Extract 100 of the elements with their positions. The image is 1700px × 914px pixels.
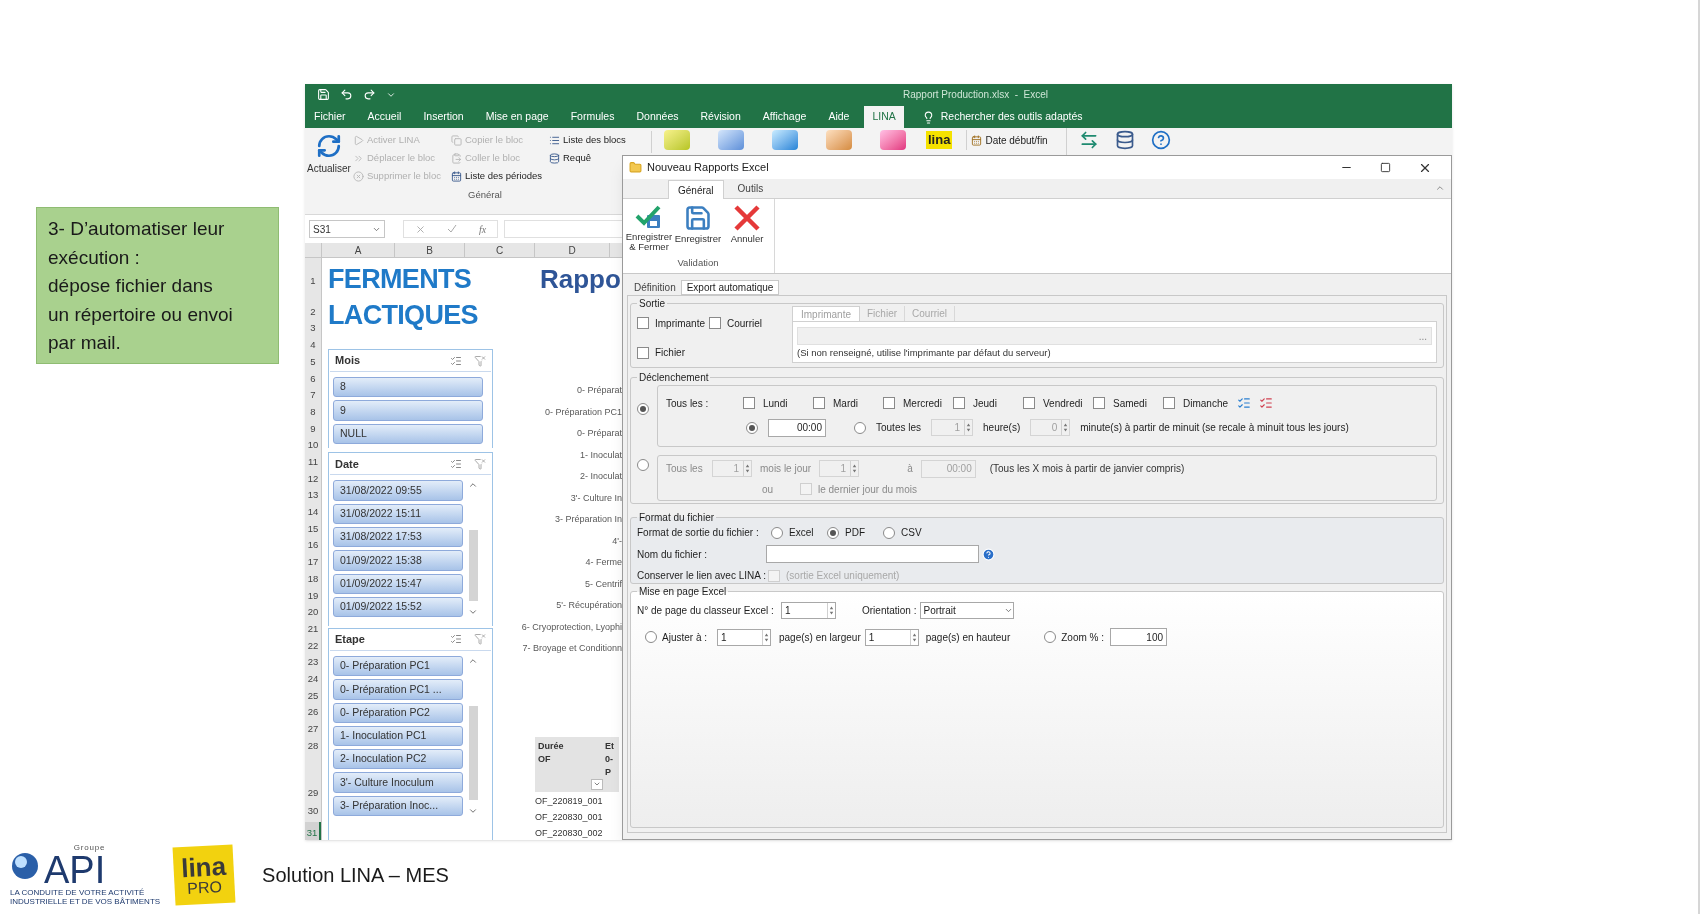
multi-select-icon[interactable] [450,354,462,367]
glow-square-icon[interactable] [880,130,906,150]
slicer-item[interactable]: 9 [333,400,483,421]
slicer-item[interactable]: 3'- Culture Inoculum [333,772,463,793]
checkbox[interactable] [1023,397,1035,409]
spin-field[interactable]: 1 [717,628,771,646]
menu-tab[interactable]: Données [629,106,686,128]
column-header[interactable]: B [395,243,465,257]
slicer-item[interactable]: 31/08/2022 17:53 [333,527,463,548]
menu-tab[interactable]: Fichier [307,106,353,128]
column-header[interactable]: C [465,243,535,257]
clear-filter-icon[interactable] [474,457,486,470]
radio-button[interactable] [883,526,895,539]
checkbox[interactable] [813,397,825,409]
ribbon-button[interactable]: Requê [549,149,647,167]
ribbon-button[interactable]: Liste des blocs [549,131,647,149]
clear-filter-icon[interactable] [474,633,486,646]
slicer-item[interactable]: 0- Préparation PC1 [333,655,463,677]
row-header[interactable]: 18 [305,570,321,588]
multi-select-icon[interactable] [450,633,462,646]
slicer-item[interactable]: 01/09/2022 15:47 [333,573,463,594]
checkbox[interactable] [743,397,755,409]
filter-dropdown-button[interactable] [591,778,603,790]
row-header[interactable]: 5 [305,353,321,371]
spin-arrows-icon[interactable] [909,629,918,645]
undo-icon[interactable] [340,88,353,101]
checkbox[interactable] [637,346,649,359]
menu-tab[interactable]: Formules [563,106,622,128]
spin-arrows-icon[interactable] [762,629,770,645]
row-header[interactable]: 13 [305,487,321,504]
slicer-item[interactable]: 01/09/2022 15:38 [333,550,463,571]
slicer-item[interactable]: NULL [333,423,483,444]
menu-tab[interactable]: Mise en page [478,106,556,128]
radio-button[interactable] [645,631,657,643]
spin-arrows-icon[interactable] [743,461,751,476]
checkbox[interactable] [1093,397,1105,409]
row-header[interactable]: 28 [305,737,321,755]
row-header[interactable]: 22 [305,637,321,655]
slicer-item[interactable]: 31/08/2022 09:55 [333,480,463,501]
menu-tab[interactable]: Insertion [416,106,471,128]
column-header[interactable]: A [322,243,395,257]
glow-square-icon[interactable] [826,130,852,150]
refresh-button[interactable]: Actualiser [305,128,353,214]
row-header[interactable]: 3 [305,320,321,337]
radio-button[interactable] [1044,631,1057,643]
formula-buttons[interactable]: fx [403,220,498,238]
toolbar-button[interactable]: Annuler [724,204,770,252]
row-header[interactable]: 24 [305,670,321,688]
row-header[interactable]: 9 [305,420,321,438]
radio-button[interactable] [827,526,839,539]
tab[interactable]: Export automatique [680,280,780,295]
row-header[interactable]: 26 [305,704,321,721]
menu-tab[interactable]: LINA [864,106,904,128]
date-range-button[interactable]: Date début/fin [966,130,1048,150]
row-header[interactable]: 16 [305,537,321,554]
row-header[interactable]: 12 [305,470,321,488]
checkbox[interactable] [883,397,895,409]
slicer-item[interactable]: 1- Inoculation PC1 [333,725,463,747]
redo-icon[interactable] [363,88,376,101]
checkbox[interactable] [709,317,721,330]
radio-button[interactable] [637,403,649,415]
spin-arrows-icon[interactable] [964,420,973,435]
help-icon[interactable] [1150,130,1171,150]
row-header[interactable]: 6 [305,370,321,388]
slicer-item[interactable]: 2- Inoculation PC2 [333,749,463,770]
slicer-item[interactable]: 0- Préparation PC1 ... [333,679,463,700]
maximize-button[interactable] [1380,162,1391,173]
spin-arrows-icon[interactable] [1061,420,1070,435]
row-header[interactable]: 14 [305,503,321,521]
radio-button[interactable] [637,459,649,471]
row-header[interactable]: 1 [305,258,321,304]
row-header[interactable]: 30 [305,800,321,823]
slicer-item[interactable]: 01/09/2022 15:52 [333,596,463,618]
text-field[interactable] [766,545,979,563]
spin-arrows-icon[interactable] [827,603,835,618]
spin-arrows-icon[interactable] [850,461,859,476]
ribbon-tab[interactable]: Outils [723,179,778,198]
row-header[interactable]: 2 [305,304,321,320]
spin-field[interactable]: 1 [864,628,919,646]
row-header[interactable]: 27 [305,720,321,738]
text-field[interactable]: 100 [1110,628,1168,646]
row-header[interactable]: 11 [305,453,321,471]
clear-filter-icon[interactable] [474,354,486,367]
uncheck-all-icon[interactable] [1259,396,1273,410]
row-header[interactable]: 4 [305,337,321,354]
checkbox[interactable] [637,317,649,330]
collapse-icon[interactable] [1435,183,1445,193]
row-header[interactable]: 8 [305,403,321,421]
menu-tab[interactable]: Accueil [360,106,409,128]
name-box[interactable]: S31 [309,220,385,238]
menu-tab[interactable]: Révision [693,106,748,128]
glow-square-icon[interactable] [718,130,744,150]
row-header[interactable]: 23 [305,654,321,671]
slicer-item[interactable]: 31/08/2022 15:11 [333,503,463,524]
spin-field[interactable]: 1 [781,602,836,619]
column-header[interactable]: D [535,243,610,257]
glow-square-icon[interactable] [772,130,798,150]
ribbon-tab[interactable]: Général [668,180,724,199]
toolbar-button[interactable]: Enregistrer [675,204,721,252]
checkbox[interactable] [800,483,812,495]
